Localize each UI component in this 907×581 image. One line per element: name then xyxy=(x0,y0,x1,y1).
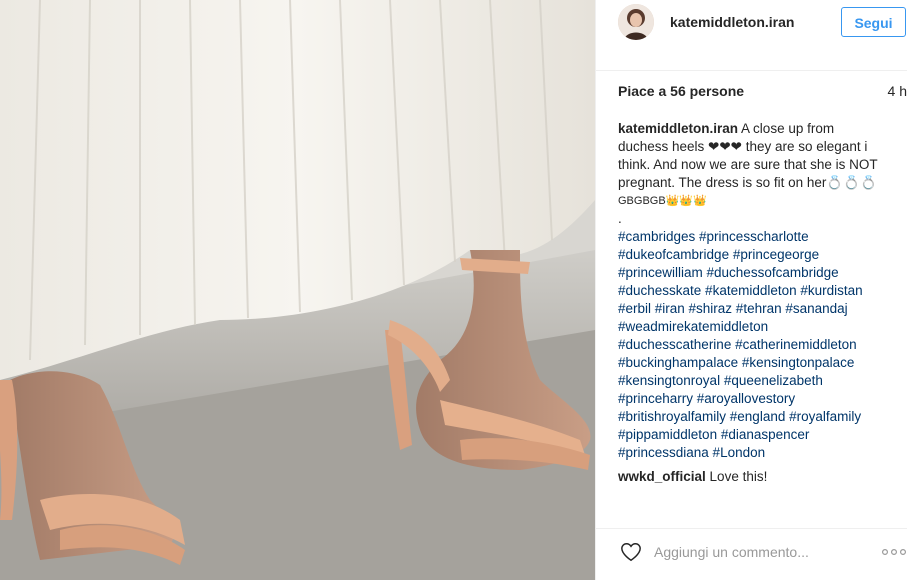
post-header: katemiddleton.iran Segui xyxy=(596,0,907,44)
hashtag-line[interactable]: #buckinghampalace #kensingtonpalace xyxy=(618,354,899,372)
post-viewer: katemiddleton.iran Segui Piace a 56 pers… xyxy=(0,0,907,580)
comment-input[interactable] xyxy=(652,539,836,565)
caption-line: . xyxy=(618,211,622,226)
caption-text: A close up from xyxy=(741,121,835,136)
caption-line: think. And now we are sure that she is N… xyxy=(618,157,878,172)
caption-line: katemiddleton.iran A close up from xyxy=(618,120,899,138)
caption-line: GBGBGB👑👑👑 xyxy=(618,195,707,207)
avatar-image xyxy=(618,4,654,40)
post-sidebar: katemiddleton.iran Segui Piace a 56 pers… xyxy=(595,0,907,580)
more-options-icon[interactable] xyxy=(881,547,907,557)
hashtag-line[interactable]: #duchesskate #katemiddleton #kurdistan xyxy=(618,282,899,300)
hashtag-line[interactable]: #princessdiana #London xyxy=(618,444,899,462)
hashtag-line[interactable]: #britishroyalfamily #england #royalfamil… xyxy=(618,408,899,426)
hashtag-line[interactable]: #erbil #iran #shiraz #tehran #sanandaj xyxy=(618,300,899,318)
comments-list: katemiddleton.iran A close up from duche… xyxy=(618,120,899,486)
hashtag-line[interactable]: #pippamiddleton #dianaspencer xyxy=(618,426,899,444)
post-image xyxy=(0,0,595,580)
likes-row: Piace a 56 persone 4 h xyxy=(596,70,907,111)
caption-line: pregnant. The dress is so fit on her💍💍💍 xyxy=(618,175,877,190)
heart-icon[interactable] xyxy=(620,541,642,563)
comment-username[interactable]: wwkd_official xyxy=(618,469,706,484)
hashtag-line[interactable]: #princeharry #aroyallovestory xyxy=(618,390,899,408)
hashtag-line[interactable]: #princewilliam #duchessofcambridge xyxy=(618,264,899,282)
comment-bar xyxy=(596,528,907,581)
comment-text: Love this! xyxy=(709,469,768,484)
hashtag-line[interactable]: #dukeofcambridge #princegeorge xyxy=(618,246,899,264)
caption-username[interactable]: katemiddleton.iran xyxy=(618,121,738,136)
hashtag-line[interactable]: #cambridges #princesscharlotte xyxy=(618,228,899,246)
post-timestamp[interactable]: 4 h xyxy=(888,83,907,99)
comment-item: wwkd_official Love this! xyxy=(618,468,899,486)
avatar[interactable] xyxy=(618,4,654,40)
follow-button[interactable]: Segui xyxy=(841,7,906,37)
likes-count[interactable]: Piace a 56 persone xyxy=(618,83,744,99)
caption-comment: katemiddleton.iran A close up from duche… xyxy=(618,120,899,462)
post-photo[interactable] xyxy=(0,0,595,580)
header-username[interactable]: katemiddleton.iran xyxy=(670,14,794,30)
hashtag-line[interactable]: #kensingtonroyal #queenelizabeth xyxy=(618,372,899,390)
hashtag-line[interactable]: #weadmirekatemiddleton xyxy=(618,318,899,336)
hashtag-line[interactable]: #duchesscatherine #catherinemiddleton xyxy=(618,336,899,354)
caption-line: duchess heels ❤❤❤ they are so elegant i xyxy=(618,139,868,154)
